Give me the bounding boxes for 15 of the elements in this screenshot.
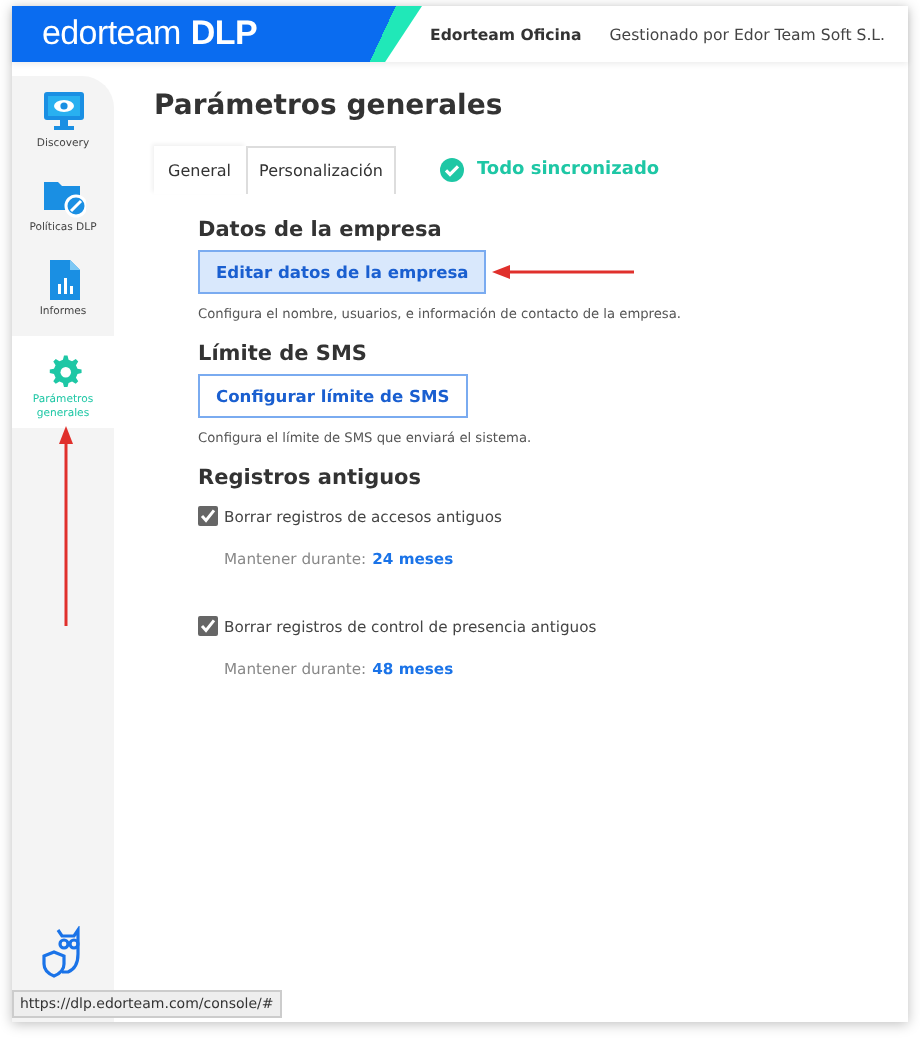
section-heading: Datos de la empresa bbox=[198, 218, 444, 242]
action-button[interactable]: Configurar límite de SMS bbox=[198, 374, 468, 418]
monitor-icon bbox=[41, 90, 85, 134]
action-button[interactable]: Editar datos de la empresa bbox=[198, 250, 487, 294]
section-heading: Registros antiguos bbox=[198, 466, 424, 490]
tab[interactable]: General bbox=[154, 146, 246, 194]
checkbox[interactable] bbox=[198, 616, 218, 636]
owl-shield-icon bbox=[41, 926, 85, 978]
logo-text: edorteam DLP bbox=[42, 14, 258, 54]
checkbox[interactable] bbox=[198, 506, 218, 526]
check-circle-icon bbox=[440, 158, 465, 182]
page-title: Parámetros generales bbox=[154, 90, 505, 122]
sync-status: Todo sincronizado bbox=[476, 160, 660, 180]
tab[interactable]: Personalización bbox=[245, 146, 397, 194]
section-heading: Límite de SMS bbox=[198, 342, 369, 366]
